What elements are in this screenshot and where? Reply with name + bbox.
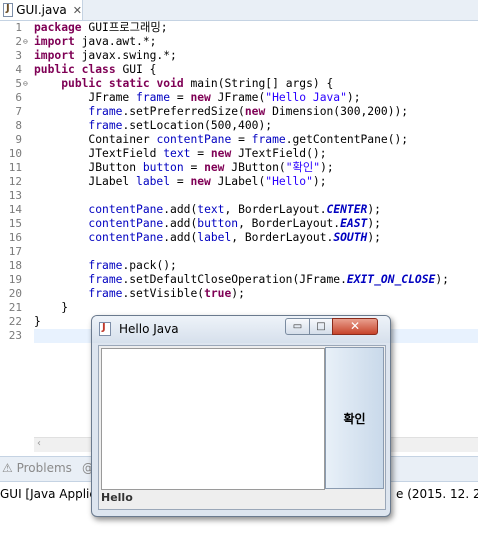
- code-line: JFrame frame = new JFrame("Hello Java");: [88, 91, 361, 104]
- scroll-left-icon[interactable]: ‹: [37, 438, 41, 449]
- editor-tab-gui-java[interactable]: J GUI.java ✕: [0, 0, 83, 20]
- window-close-button[interactable]: ✕: [332, 318, 378, 335]
- line-number: 8: [15, 119, 22, 132]
- code-line: package GUI프로그래밍;: [34, 21, 168, 34]
- confirm-button[interactable]: 확인: [325, 347, 384, 489]
- line-number: 11: [8, 161, 22, 174]
- code-line: frame.setLocation(500,400);: [88, 119, 273, 132]
- maximize-icon: □: [316, 321, 326, 332]
- code-line: }: [34, 315, 41, 328]
- line-number: 6: [15, 91, 22, 104]
- line-number: 15: [8, 217, 22, 230]
- line-number: 10: [8, 147, 22, 160]
- console-text-right: e (2015. 12. 29.: [396, 487, 478, 501]
- fold-collapse-icon[interactable]: ⊖: [23, 35, 28, 49]
- line-number: 5: [15, 77, 22, 90]
- code-line: contentPane.add(text, BorderLayout.CENTE…: [88, 203, 381, 216]
- code-line: public static void main(String[] args) {: [61, 77, 334, 90]
- code-line: frame.setVisible(true);: [88, 287, 245, 300]
- fold-collapse-icon[interactable]: ⊖: [23, 77, 28, 91]
- tab-problems[interactable]: ⚠ Problems: [2, 461, 72, 475]
- line-number: 12: [8, 175, 22, 188]
- code-line: frame.pack();: [88, 259, 177, 272]
- code-line: JTextField text = new JTextField();: [88, 147, 327, 160]
- line-number: 20: [8, 287, 22, 300]
- close-icon: ✕: [349, 319, 361, 333]
- editor-tab-title: GUI.java: [16, 3, 67, 17]
- code-line: public class GUI {: [34, 63, 157, 76]
- line-number: 23: [8, 329, 22, 342]
- text-field[interactable]: [101, 348, 325, 490]
- code-line: JLabel label = new JLabel("Hello");: [88, 175, 327, 188]
- hello-java-window[interactable]: J Hello Java ▭ □ ✕ 확인 Hello: [91, 315, 391, 517]
- line-number: 18: [8, 259, 22, 272]
- line-number: 19: [8, 273, 22, 286]
- hello-label: Hello: [101, 491, 133, 504]
- content-pane: 확인 Hello: [98, 345, 386, 510]
- maximize-button[interactable]: □: [309, 318, 333, 335]
- line-number: 7: [15, 105, 22, 118]
- line-number: 9: [15, 133, 22, 146]
- code-line: import javax.swing.*;: [34, 49, 177, 62]
- code-line: Container contentPane = frame.getContent…: [88, 133, 409, 146]
- java-file-icon: J: [3, 3, 14, 17]
- line-number: 2: [15, 35, 22, 48]
- code-line: frame.setDefaultCloseOperation(JFrame.EX…: [88, 273, 449, 286]
- line-number: 4: [15, 63, 22, 76]
- line-number: 22: [8, 315, 22, 328]
- window-title: Hello Java: [119, 322, 179, 336]
- window-titlebar[interactable]: J Hello Java ▭ □ ✕: [92, 316, 390, 343]
- editor-tab-bar: J GUI.java ✕: [0, 0, 478, 21]
- code-line: import java.awt.*;: [34, 35, 157, 48]
- code-line: frame.setPreferredSize(new Dimension(300…: [88, 105, 409, 118]
- code-line: JButton button = new JButton("확인");: [88, 161, 334, 174]
- code-line: }: [61, 301, 69, 314]
- minimize-icon: ▭: [292, 321, 303, 332]
- line-number: 3: [15, 49, 22, 62]
- line-number: 14: [8, 203, 22, 216]
- line-number: 17: [8, 245, 22, 258]
- line-number: 16: [8, 231, 22, 244]
- line-number: 21: [8, 301, 22, 314]
- close-icon[interactable]: ✕: [73, 4, 82, 17]
- java-cup-icon: J: [99, 322, 111, 336]
- minimize-button[interactable]: ▭: [285, 318, 310, 335]
- code-line: contentPane.add(button, BorderLayout.EAS…: [88, 217, 381, 230]
- line-number: 1: [15, 21, 22, 34]
- line-number: 13: [8, 189, 22, 202]
- code-line: contentPane.add(label, BorderLayout.SOUT…: [88, 231, 381, 244]
